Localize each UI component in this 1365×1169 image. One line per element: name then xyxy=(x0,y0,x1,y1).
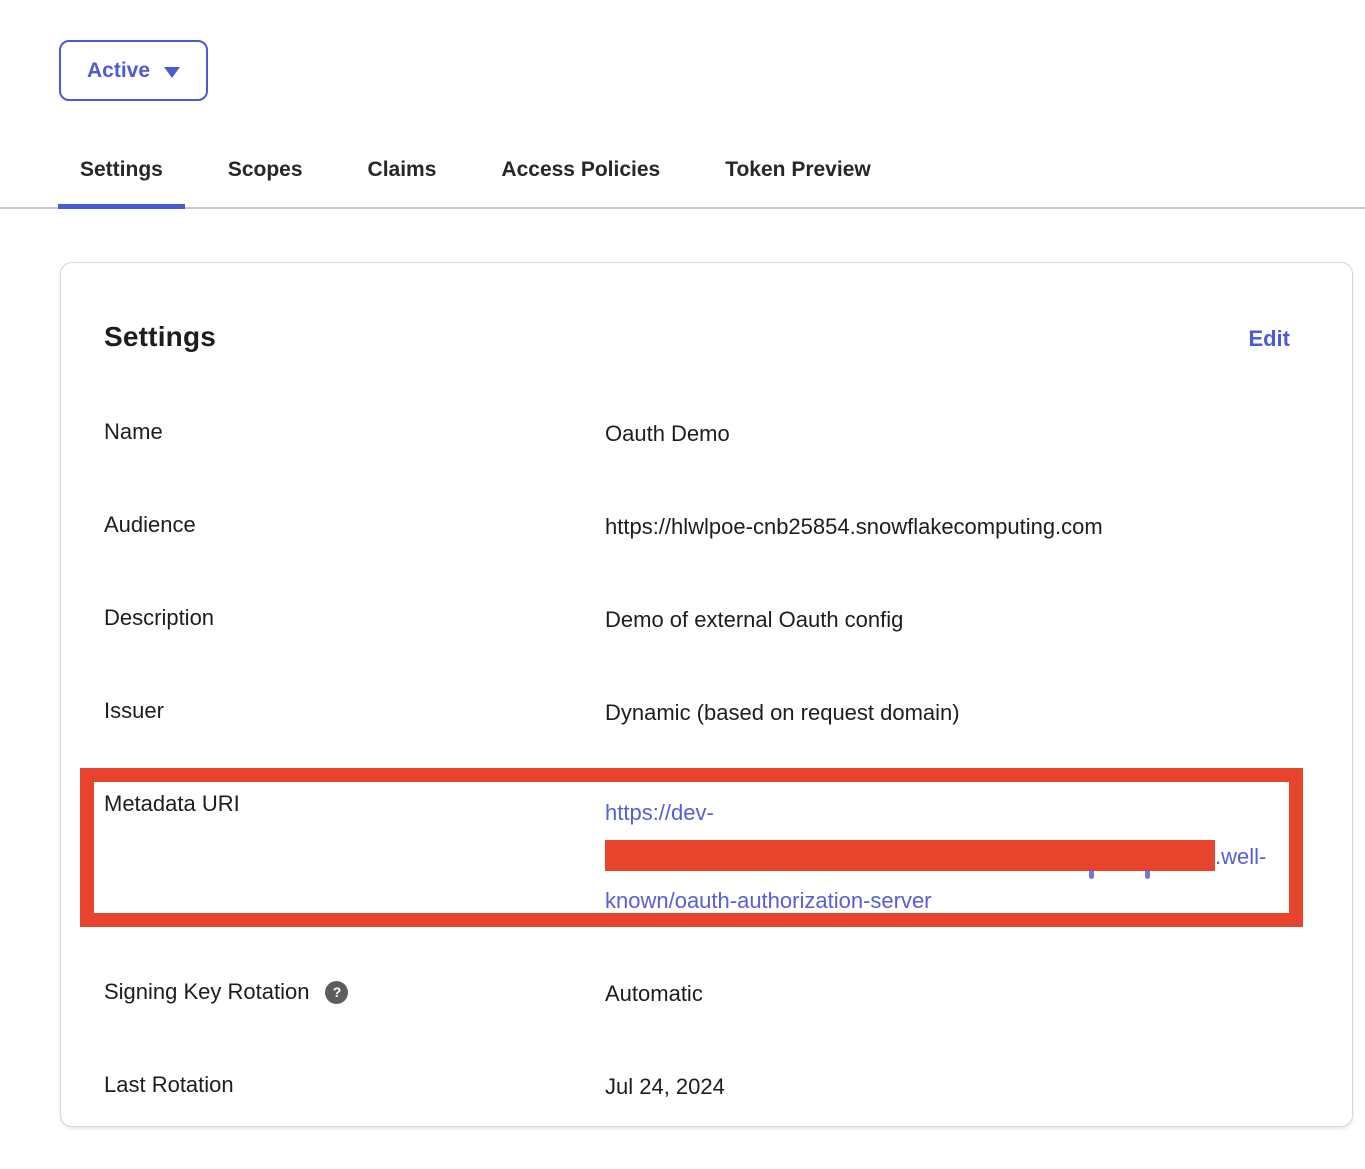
field-row-description: Description Demo of external Oauth confi… xyxy=(104,605,1290,635)
card-header: Settings Edit xyxy=(104,321,1290,353)
tab-token-preview[interactable]: Token Preview xyxy=(725,158,871,207)
metadata-uri-link[interactable]: https://dev- .well- known/oauth-authoriz… xyxy=(605,791,1290,923)
metadata-uri-line1: https://dev- xyxy=(605,800,714,825)
tab-access-policies[interactable]: Access Policies xyxy=(501,158,660,207)
tab-bar: Settings Scopes Claims Access Policies T… xyxy=(0,158,1365,209)
active-status-label: Active xyxy=(87,59,150,83)
card-title: Settings xyxy=(104,321,216,353)
field-label: Audience xyxy=(104,512,605,538)
redacted-text-descender xyxy=(1145,870,1150,879)
redaction-bar xyxy=(605,840,1215,871)
field-label: Metadata URI xyxy=(104,791,605,817)
field-label: Description xyxy=(104,605,605,631)
field-value: Dynamic (based on request domain) xyxy=(605,698,1290,728)
field-value: Automatic xyxy=(605,979,1290,1009)
question-icon[interactable]: ? xyxy=(325,981,348,1004)
field-row-metadata-uri: Metadata URI https://dev- .well- known/o… xyxy=(104,791,1290,923)
field-value: https://hlwlpoe-cnb25854.snowflakecomput… xyxy=(605,512,1290,542)
field-label: Issuer xyxy=(104,698,605,724)
field-value: https://dev- .well- known/oauth-authoriz… xyxy=(605,791,1290,923)
active-status-button[interactable]: Active xyxy=(59,40,208,101)
caret-down-icon xyxy=(164,67,180,78)
settings-field-list: Name Oauth Demo Audience https://hlwlpoe… xyxy=(104,419,1290,1102)
tab-settings[interactable]: Settings xyxy=(80,158,163,207)
field-label: Last Rotation xyxy=(104,1072,605,1098)
metadata-uri-line3: known/oauth-authorization-server xyxy=(605,888,932,913)
field-label-text: Signing Key Rotation xyxy=(104,979,309,1005)
field-value: Oauth Demo xyxy=(605,419,1290,449)
settings-card: Settings Edit Name Oauth Demo Audience h… xyxy=(60,262,1353,1127)
edit-link[interactable]: Edit xyxy=(1248,326,1290,352)
field-row-issuer: Issuer Dynamic (based on request domain) xyxy=(104,698,1290,728)
field-row-signing-key-rotation: Signing Key Rotation ? Automatic xyxy=(104,979,1290,1009)
field-label: Name xyxy=(104,419,605,445)
field-row-audience: Audience https://hlwlpoe-cnb25854.snowfl… xyxy=(104,512,1290,542)
field-value: Jul 24, 2024 xyxy=(605,1072,1290,1102)
field-label: Signing Key Rotation ? xyxy=(104,979,605,1005)
field-row-name: Name Oauth Demo xyxy=(104,419,1290,449)
metadata-uri-line2-suffix: .well- xyxy=(1215,844,1266,869)
field-value: Demo of external Oauth config xyxy=(605,605,1290,635)
tab-scopes[interactable]: Scopes xyxy=(228,158,303,207)
redacted-text-descender xyxy=(1089,870,1094,879)
tab-claims[interactable]: Claims xyxy=(368,158,437,207)
field-row-last-rotation: Last Rotation Jul 24, 2024 xyxy=(104,1072,1290,1102)
